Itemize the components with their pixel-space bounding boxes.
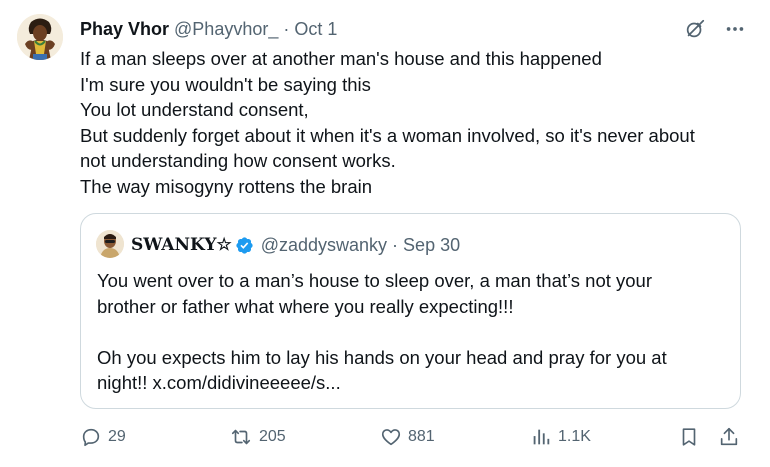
quoted-text-line: Oh you expects him to lay his hands on y… bbox=[97, 346, 667, 368]
top-icons bbox=[682, 16, 748, 42]
tweet-text-line: The way misogyny rottens the brain bbox=[80, 175, 373, 197]
views-count: 1.1K bbox=[558, 428, 591, 445]
author-avatar[interactable] bbox=[17, 14, 63, 60]
tweet-text-line: I'm sure you wouldn't be saying this bbox=[80, 73, 371, 95]
tweet: Phay Vhor @Phayvhor_ · Oct 1 If a man sl… bbox=[0, 0, 770, 467]
quoted-text: You went over to a man’s house to sleep … bbox=[97, 268, 727, 396]
action-bar: 29 205 881 1.1K bbox=[0, 424, 770, 450]
tweet-text-line: not understanding how consent works. bbox=[80, 150, 396, 172]
quoted-text-line: night!! x.com/didivineeeee/s... bbox=[97, 372, 341, 394]
reply-button[interactable]: 29 bbox=[80, 424, 126, 450]
reply-icon bbox=[80, 426, 102, 448]
tweet-text: If a man sleeps over at another man's ho… bbox=[80, 46, 750, 200]
views-button[interactable]: 1.1K bbox=[530, 424, 591, 450]
share-icon bbox=[718, 426, 740, 448]
author-handle[interactable]: @Phayvhor_ bbox=[174, 19, 278, 40]
quoted-date[interactable]: Sep 30 bbox=[403, 235, 460, 256]
author-name[interactable]: Phay Vhor bbox=[80, 19, 169, 40]
quoted-text-line bbox=[97, 319, 727, 345]
quoted-author-name[interactable]: SWANKY☆ bbox=[131, 235, 232, 255]
retweet-button[interactable]: 205 bbox=[229, 424, 286, 450]
grok-icon[interactable] bbox=[682, 16, 708, 42]
quoted-text-line: brother or father what where you really … bbox=[97, 295, 514, 317]
like-count: 881 bbox=[408, 428, 435, 445]
header-separator: · bbox=[283, 18, 290, 39]
share-button[interactable] bbox=[718, 424, 740, 450]
bookmark-icon bbox=[678, 426, 700, 448]
reply-count: 29 bbox=[108, 428, 126, 445]
quoted-author-avatar[interactable] bbox=[96, 230, 124, 258]
tweet-text-line: If a man sleeps over at another man's ho… bbox=[80, 48, 602, 69]
verified-badge-icon bbox=[235, 236, 254, 255]
views-icon bbox=[530, 426, 552, 448]
more-icon[interactable] bbox=[722, 16, 748, 42]
quoted-author-handle[interactable]: @zaddyswanky bbox=[261, 235, 387, 256]
tweet-header: Phay Vhor @Phayvhor_ · Oct 1 bbox=[80, 18, 337, 40]
quoted-header-separator: · bbox=[392, 234, 399, 255]
bookmark-button[interactable] bbox=[678, 424, 700, 450]
tweet-text-line: You lot understand consent, bbox=[80, 99, 309, 121]
tweet-date[interactable]: Oct 1 bbox=[294, 19, 337, 40]
tweet-text-line: But suddenly forget about it when it's a… bbox=[80, 124, 695, 146]
quoted-tweet[interactable]: SWANKY☆ @zaddyswanky · Sep 30 You went o… bbox=[80, 213, 741, 409]
like-button[interactable]: 881 bbox=[380, 424, 435, 450]
quoted-text-line: You went over to a man’s house to sleep … bbox=[97, 270, 653, 291]
like-icon bbox=[380, 426, 402, 448]
retweet-count: 205 bbox=[259, 428, 286, 445]
quoted-header: SWANKY☆ @zaddyswanky · Sep 30 bbox=[131, 234, 460, 256]
retweet-icon bbox=[229, 426, 253, 448]
